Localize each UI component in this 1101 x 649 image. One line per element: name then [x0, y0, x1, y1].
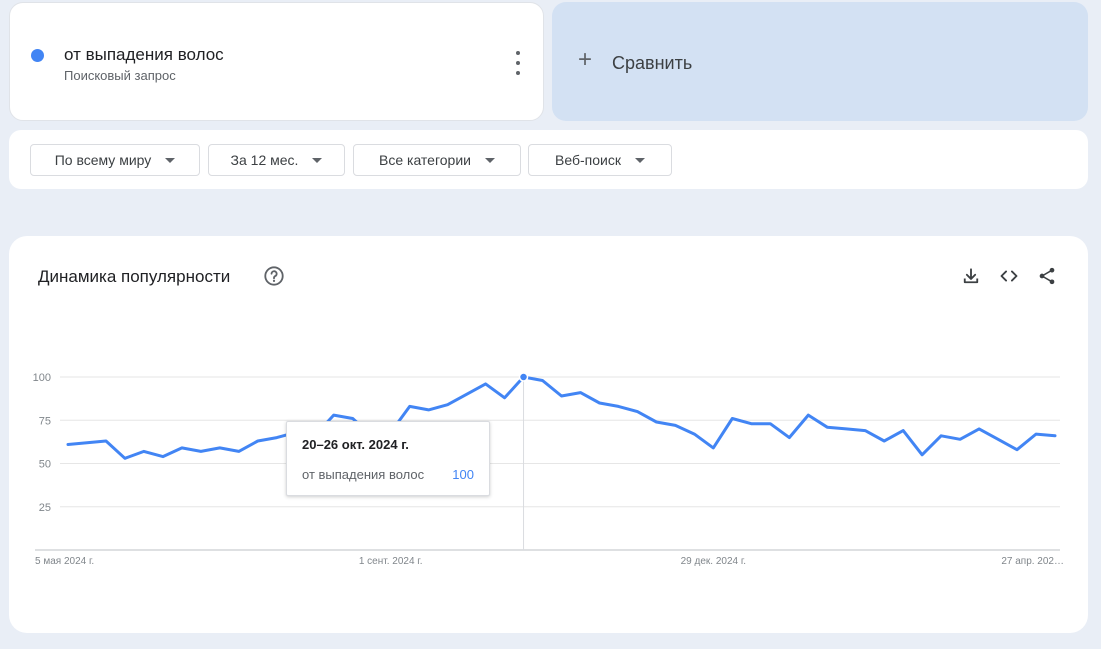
filter-category[interactable]: Все категории — [353, 144, 521, 176]
compare-label: Сравнить — [612, 53, 693, 73]
y-tick-label: 100 — [33, 372, 51, 384]
tooltip-value: 100 — [452, 467, 474, 482]
y-tick-label: 50 — [39, 459, 51, 471]
dropdown-caret-icon — [484, 157, 495, 163]
search-term-title[interactable]: от выпадения волос — [64, 45, 224, 65]
filter-search-type-label: Веб-поиск — [555, 152, 621, 168]
help-circle-icon[interactable] — [263, 265, 285, 287]
search-term-card: от выпадения волос Поисковый запрос — [9, 2, 544, 121]
line-chart: 25 50 75 100 5 мая 2024 г. 1 сент. 2024 г. 29 … — [33, 372, 1064, 567]
tooltip-term: от выпадения волос — [302, 467, 425, 482]
filter-region-label: По всему миру — [54, 152, 152, 168]
tooltip-date: 20–26 окт. 2024 г. — [302, 437, 409, 452]
embed-code-icon[interactable] — [999, 266, 1019, 286]
x-tick-label: 1 сент. 2024 г. — [359, 556, 423, 567]
y-tick-label: 25 — [39, 502, 51, 514]
highlight-point — [518, 372, 529, 382]
dropdown-caret-icon — [312, 157, 323, 163]
y-tick-label: 75 — [39, 415, 51, 427]
x-tick-label: 5 мая 2024 г. — [35, 556, 94, 567]
x-tick-label: 27 апр. 202… — [1001, 556, 1064, 567]
download-icon[interactable] — [961, 266, 981, 286]
filter-search-type[interactable]: Веб-поиск — [528, 144, 672, 176]
series-line — [66, 375, 1057, 460]
chart-title: Динамика популярности — [38, 267, 231, 286]
search-term-subtitle: Поисковый запрос — [64, 68, 176, 83]
share-icon[interactable] — [1037, 266, 1057, 286]
filter-time-range-label: За 12 мес. — [230, 152, 299, 168]
filter-time-range[interactable]: За 12 мес. — [208, 144, 345, 176]
series-color-dot — [31, 49, 44, 62]
dropdown-caret-icon — [634, 157, 645, 163]
compare-button[interactable]: + Сравнить — [552, 2, 1088, 121]
filter-category-label: Все категории — [379, 152, 471, 168]
x-tick-label: 29 дек. 2024 г. — [681, 556, 746, 567]
more-vert-icon[interactable] — [510, 51, 526, 75]
plus-icon: + — [578, 46, 593, 73]
filter-bar: По всему миру За 12 мес. Все категории В… — [9, 130, 1088, 189]
dropdown-caret-icon — [165, 157, 176, 163]
filter-region[interactable]: По всему миру — [30, 144, 200, 176]
interest-over-time-card: 25 50 75 100 5 мая 2024 г. 1 сент. 2024 г. 29 … — [9, 236, 1088, 633]
chart-tooltip: 20–26 окт. 2024 г. от выпадения волос 10… — [286, 421, 490, 496]
